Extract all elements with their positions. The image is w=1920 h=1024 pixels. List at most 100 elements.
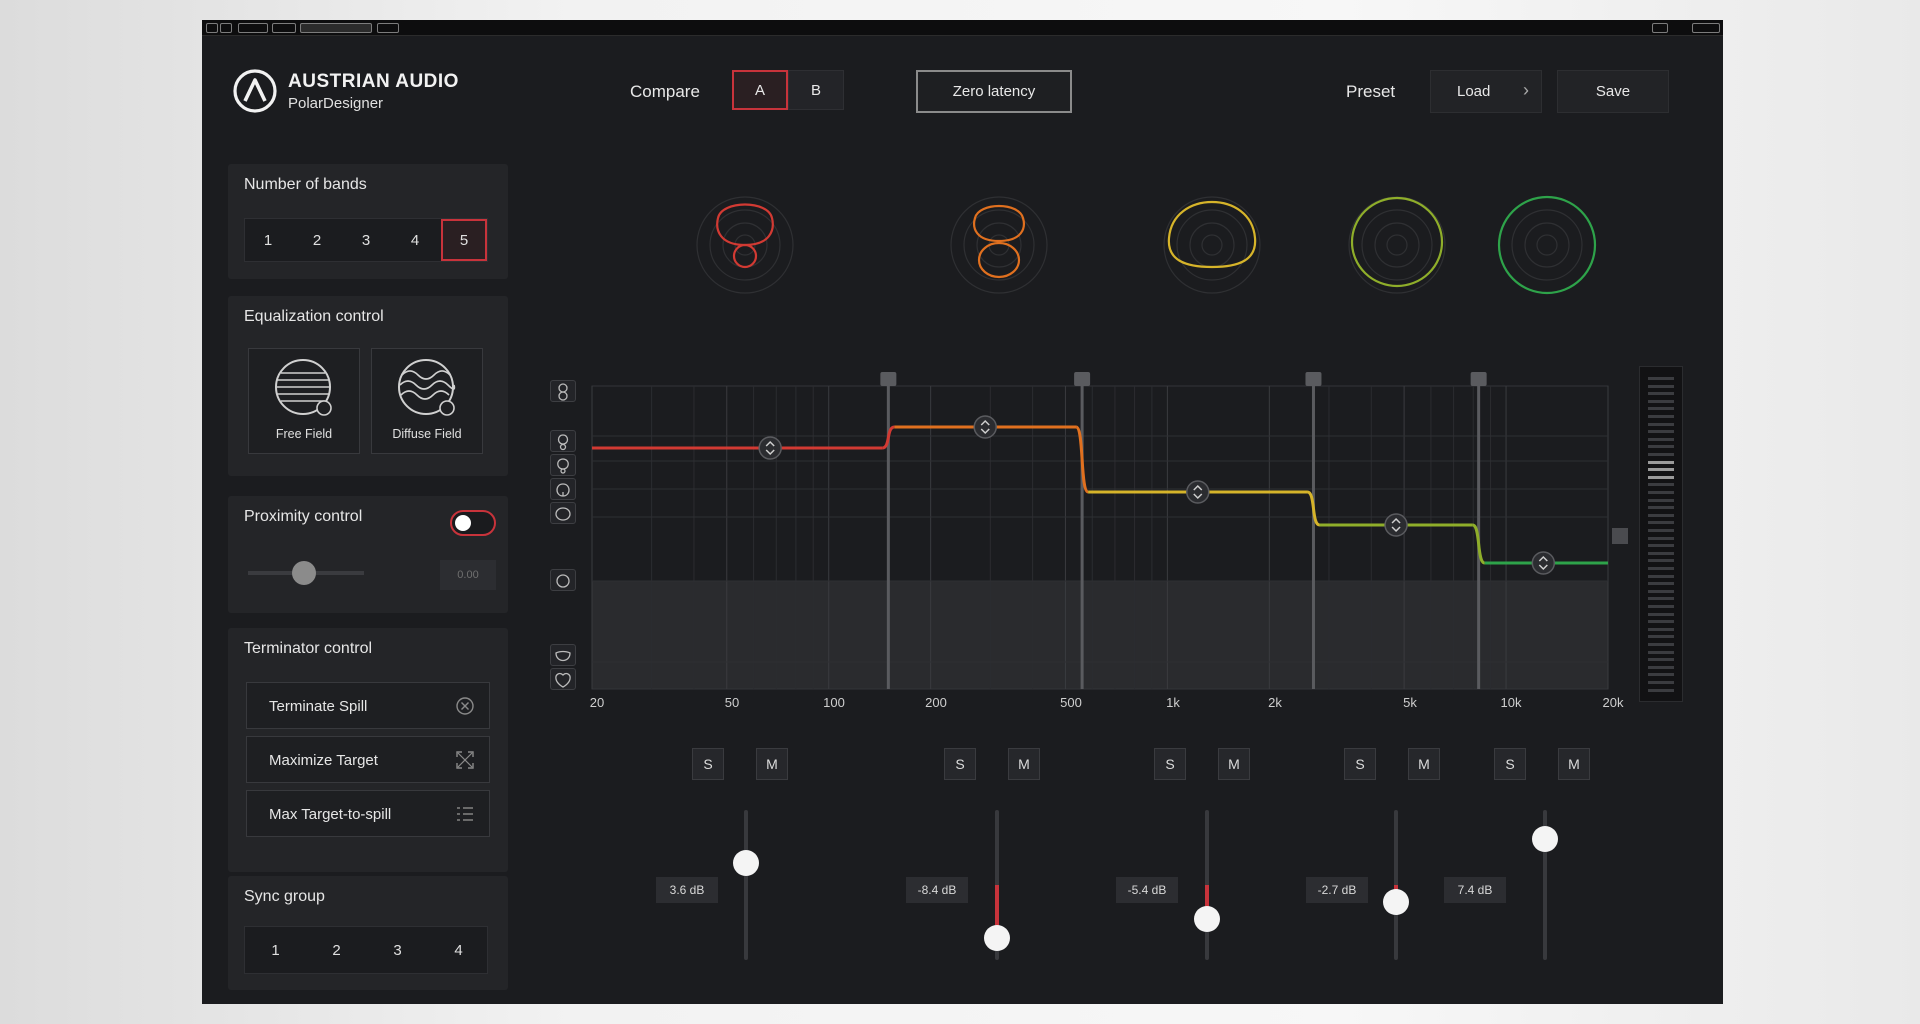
- x-tick-label: 1k: [1166, 695, 1180, 710]
- product-name: PolarDesigner: [288, 95, 384, 112]
- maximize-target-button[interactable]: Maximize Target: [246, 736, 490, 783]
- band-2-handle[interactable]: [973, 415, 997, 439]
- meter-segment: [1648, 407, 1674, 411]
- meter-segment: [1648, 620, 1674, 624]
- sync-group-4[interactable]: 4: [428, 927, 489, 973]
- wide-cardioid-icon[interactable]: [550, 502, 576, 524]
- band-1-fader-knob[interactable]: [733, 849, 759, 876]
- load-label: Load: [1457, 83, 1491, 100]
- band-3-gain-value[interactable]: -5.4 dB: [1116, 877, 1178, 903]
- band-5-polar-pattern[interactable]: [1492, 190, 1602, 300]
- band-5-mute-button[interactable]: M: [1558, 748, 1590, 780]
- arrows-icon[interactable]: [377, 23, 399, 33]
- host-window-icon[interactable]: [1692, 23, 1720, 33]
- polar-designer-window: AUSTRIAN AUDIO PolarDesigner Compare A B…: [202, 20, 1723, 1004]
- save-preset-button[interactable]: Save: [1557, 70, 1669, 113]
- graph-canvas[interactable]: [548, 360, 1708, 730]
- sync-group-2[interactable]: 2: [306, 927, 367, 973]
- omni-icon[interactable]: [550, 569, 576, 591]
- settings-icon[interactable]: [272, 23, 296, 33]
- bands-option-3[interactable]: 3: [343, 219, 389, 261]
- toggle-knob: [455, 515, 471, 531]
- band-2-gain-value[interactable]: -8.4 dB: [906, 877, 968, 903]
- crossover-grip-2[interactable]: [1074, 372, 1091, 386]
- compare-a-button[interactable]: A: [732, 70, 788, 110]
- x-tick-label: 20k: [1602, 695, 1624, 710]
- x-tick-label: 20: [589, 695, 605, 710]
- meter-segment: [1648, 437, 1674, 441]
- slider-knob[interactable]: [292, 561, 316, 585]
- band-3-fader-knob[interactable]: [1194, 905, 1220, 932]
- band-5-handle[interactable]: [1531, 551, 1556, 575]
- meter-segment: [1648, 665, 1674, 669]
- band-4-fader-knob[interactable]: [1383, 888, 1409, 915]
- band-3-mute-button[interactable]: M: [1218, 748, 1250, 780]
- bypass-icon[interactable]: [220, 23, 232, 33]
- band-3-solo-button[interactable]: S: [1154, 748, 1186, 780]
- bands-option-4[interactable]: 4: [392, 219, 438, 261]
- band-1-gain-value[interactable]: 3.6 dB: [656, 877, 718, 903]
- zero-latency-button[interactable]: Zero latency: [916, 70, 1072, 113]
- figure-eight-icon[interactable]: [550, 380, 576, 402]
- proximity-toggle[interactable]: [450, 510, 496, 536]
- cardioid-icon[interactable]: [550, 478, 576, 500]
- power-icon[interactable]: [206, 23, 218, 33]
- free-field-button[interactable]: Free Field: [248, 348, 360, 454]
- crossover-grip-4[interactable]: [1470, 372, 1487, 386]
- host-preset-field[interactable]: [300, 23, 372, 33]
- meter-segment: [1648, 453, 1674, 456]
- band-1-solo-button[interactable]: S: [692, 748, 724, 780]
- frequency-band-graph[interactable]: [548, 360, 1708, 730]
- load-preset-button[interactable]: Load ›: [1430, 70, 1542, 113]
- meter-segment: [1648, 688, 1674, 692]
- band-4-gain-value[interactable]: -2.7 dB: [1306, 877, 1368, 903]
- meter-segment: [1648, 574, 1674, 578]
- bands-option-2[interactable]: 2: [294, 219, 340, 261]
- proximity-value[interactable]: 0.00: [440, 560, 496, 590]
- band-2-polar-pattern[interactable]: [944, 190, 1054, 300]
- band-4-mute-button[interactable]: M: [1408, 748, 1440, 780]
- band-2-mute-button[interactable]: M: [1008, 748, 1040, 780]
- band-5-solo-button[interactable]: S: [1494, 748, 1526, 780]
- band-4-handle[interactable]: [1384, 513, 1408, 537]
- diffuse-field-button[interactable]: Diffuse Field: [371, 348, 483, 454]
- supercardioid-icon[interactable]: [550, 454, 576, 476]
- meter-segment: [1648, 392, 1674, 396]
- band-5-gain-value[interactable]: 7.4 dB: [1444, 877, 1506, 903]
- meter-segment: [1648, 521, 1674, 525]
- band-1-mute-button[interactable]: M: [756, 748, 788, 780]
- bands-option-5[interactable]: 5: [441, 219, 487, 261]
- band-1-handle[interactable]: [758, 436, 782, 460]
- compare-b-button[interactable]: B: [788, 70, 844, 110]
- bands-option-1[interactable]: 1: [245, 219, 291, 261]
- meter-segment: [1648, 627, 1674, 631]
- band-2-solo-button[interactable]: S: [944, 748, 976, 780]
- hypercardioid-icon[interactable]: [550, 430, 576, 452]
- terminate-spill-button[interactable]: Terminate Spill: [246, 682, 490, 729]
- meter-segment: [1648, 681, 1674, 684]
- meter-handle[interactable]: [1612, 528, 1628, 544]
- reverse-cardioid-icon[interactable]: [550, 668, 576, 690]
- compare-label: Compare: [630, 82, 700, 101]
- sync-group-1[interactable]: 1: [245, 927, 306, 973]
- proximity-slider[interactable]: [248, 561, 364, 585]
- max-target-to-spill-button[interactable]: Max Target-to-spill: [246, 790, 490, 837]
- band-4-polar-pattern[interactable]: [1342, 190, 1452, 300]
- sync-group-3[interactable]: 3: [367, 927, 428, 973]
- band-1-polar-pattern[interactable]: [690, 190, 800, 300]
- meter-segment: [1648, 544, 1674, 548]
- band-curve: [592, 425, 1608, 565]
- band-3-handle[interactable]: [1186, 480, 1210, 504]
- band-2-fader-knob[interactable]: [984, 924, 1010, 951]
- band-3-polar-pattern[interactable]: [1157, 190, 1267, 300]
- host-menu-icon[interactable]: [1652, 23, 1668, 33]
- list-icon: [457, 807, 473, 821]
- crossover-grip-3[interactable]: [1305, 372, 1322, 386]
- crossover-grip-1[interactable]: [880, 372, 897, 386]
- band-1-gain-fader[interactable]: [744, 810, 748, 960]
- reverse-wide-cardioid-icon[interactable]: [550, 644, 576, 666]
- band-5-fader-knob[interactable]: [1532, 825, 1558, 852]
- band-4-solo-button[interactable]: S: [1344, 748, 1376, 780]
- x-tick-label: 100: [823, 695, 845, 710]
- read-write-icon[interactable]: [238, 23, 268, 33]
